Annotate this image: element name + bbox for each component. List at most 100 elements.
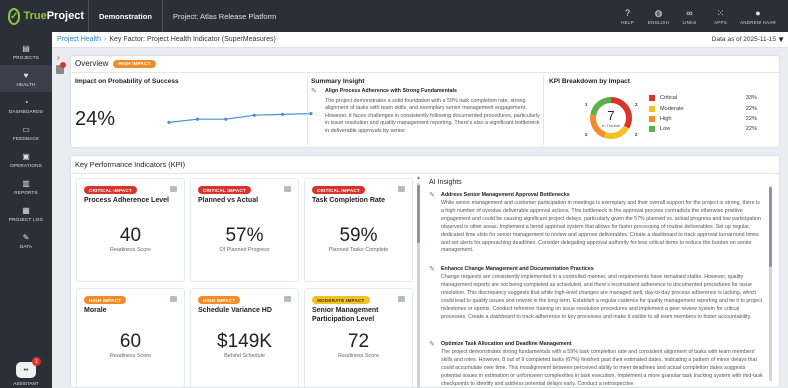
apps-button[interactable]: ⁙ APPS bbox=[705, 8, 736, 25]
donut-center-value: 7 bbox=[607, 108, 614, 123]
sparkline-point bbox=[309, 112, 313, 116]
sidebar-item-projects[interactable]: ▤ PROJECTS bbox=[0, 38, 52, 65]
kpi-tile-senior-management-participation[interactable]: MODERATE IMPACT Senior Management Partic… bbox=[304, 288, 413, 388]
donut-label-critical: 2 bbox=[635, 102, 638, 107]
kpi-section-title: Key Performance Indicators (KPI) bbox=[75, 160, 186, 169]
kpi-name: Morale bbox=[84, 307, 107, 314]
kpi-scrollbar[interactable]: ▲ bbox=[416, 175, 421, 388]
kpi-tile-morale[interactable]: HIGH IMPACT Morale 60 Readiness Score bbox=[76, 288, 185, 388]
feedback-icon: ▭ bbox=[22, 124, 30, 134]
assistant-button[interactable]: •• 1 ASSISTANT bbox=[0, 357, 52, 386]
details-icon[interactable] bbox=[170, 186, 177, 192]
environment-selector[interactable]: Demonstration bbox=[88, 0, 163, 32]
kpi-name: Planned vs Actual bbox=[198, 197, 259, 204]
sidebar-item-dashboards[interactable]: ◔ DASHBOARDS bbox=[0, 92, 52, 119]
sidebar-item-feedback[interactable]: ▭ FEEDBACK bbox=[0, 119, 52, 146]
project-selector[interactable]: Project: Atlas Release Platform bbox=[163, 12, 276, 21]
ai-insights-scrollbar[interactable] bbox=[769, 181, 773, 381]
impact-sparkline bbox=[167, 112, 313, 124]
kpi-section: Key Performance Indicators (KPI) CRITICA… bbox=[70, 155, 780, 388]
kpi-value: 57% bbox=[225, 225, 264, 246]
scrollbar-thumb[interactable] bbox=[417, 185, 420, 243]
projects-icon: ▤ bbox=[22, 43, 30, 53]
sparkline-point bbox=[281, 112, 285, 116]
kpi-tile-task-completion-rate[interactable]: CRITICAL IMPACT Task Completion Rate 59%… bbox=[304, 178, 413, 282]
details-icon[interactable] bbox=[284, 296, 291, 302]
pencil-icon: ✎ bbox=[311, 88, 317, 95]
chevron-right-icon[interactable]: › bbox=[57, 53, 60, 62]
language-button[interactable]: ◍ ENGLISH bbox=[643, 8, 674, 25]
logo-text-true: True bbox=[23, 10, 47, 22]
summary-title: Summary Insight bbox=[311, 78, 365, 85]
mini-rail: › bbox=[52, 48, 70, 388]
help-icon: ? bbox=[624, 7, 630, 18]
ai-insight-2: ✎ Enhance Change Management and Documenta… bbox=[429, 266, 763, 320]
pencil-icon: ✎ bbox=[429, 192, 435, 199]
user-icon: ● bbox=[755, 7, 761, 18]
details-icon[interactable] bbox=[398, 296, 405, 302]
dashboard-icon: ◔ bbox=[23, 97, 29, 107]
kpi-value: 59% bbox=[339, 225, 378, 246]
kpi-subtitle: Readiness Score bbox=[109, 247, 152, 253]
help-button[interactable]: ? HELP bbox=[612, 8, 643, 25]
sidebar-item-health[interactable]: ♥ HEALTH bbox=[0, 65, 52, 92]
ai-insights-title: AI Insights bbox=[429, 179, 462, 186]
sidebar: ▤ PROJECTS ♥ HEALTH ◔ DASHBOARDS ▭ FEEDBACK … bbox=[0, 32, 52, 388]
kpi-tile-planned-vs-actual[interactable]: CRITICAL IMPACT Planned vs Actual 57% Of… bbox=[190, 178, 299, 282]
sparkline-point bbox=[195, 117, 199, 121]
impact-badge: CRITICAL IMPACT bbox=[84, 186, 137, 194]
top-bar-actions: ? HELP ◍ ENGLISH ∞ LINKS ⁙ APPS ● ANDREW HAAR bbox=[612, 0, 780, 32]
kpi-tile-process-adherence[interactable]: CRITICAL IMPACT Process Adherence Level … bbox=[76, 178, 185, 282]
details-icon[interactable] bbox=[284, 186, 291, 192]
sidebar-item-operations[interactable]: ▣ OPERATIONS bbox=[0, 146, 52, 173]
assistant-badge: 1 bbox=[32, 357, 41, 366]
kpi-name: Schedule Variance HD bbox=[198, 307, 272, 314]
impact-badge: HIGH IMPACT bbox=[198, 296, 241, 304]
sparkline-point bbox=[167, 120, 171, 124]
impact-badge: HIGH IMPACT bbox=[84, 296, 127, 304]
breadcrumb: Project Health › Key Factor: Project Hea… bbox=[52, 32, 788, 48]
kpi-name: Senior Management Participation Level bbox=[312, 307, 379, 323]
breadcrumb-link-project-health[interactable]: Project Health bbox=[57, 36, 101, 43]
robot-icon: •• 1 bbox=[16, 357, 41, 378]
donut-label-moderate: 2 bbox=[635, 132, 638, 137]
ai-insight-1: ✎ Address Senior Management Approval Bott… bbox=[429, 192, 761, 254]
logo-text-project: Project bbox=[46, 10, 84, 22]
legend-row-low: Low 22% bbox=[649, 124, 757, 134]
link-icon: ∞ bbox=[686, 7, 693, 18]
data-as-of: Data as of 2025-11-15 bbox=[711, 36, 776, 43]
sidebar-item-data[interactable]: ✎ DATA bbox=[0, 227, 52, 254]
page-title: Key Factor: Project Health Indicator (Su… bbox=[109, 36, 276, 43]
details-icon[interactable] bbox=[398, 186, 405, 192]
kpi-subtitle: Planned Tasks Complete bbox=[328, 247, 389, 253]
impact-badge: MODERATE IMPACT bbox=[312, 296, 370, 304]
reports-icon: ▥ bbox=[22, 178, 30, 188]
sidebar-item-project-log[interactable]: ▦ PROJECT LOG bbox=[0, 200, 52, 227]
kpi-tile-schedule-variance[interactable]: HIGH IMPACT Schedule Variance HD $149K B… bbox=[190, 288, 299, 388]
kpi-name: Task Completion Rate bbox=[312, 197, 385, 204]
scroll-up-icon[interactable]: ▲ bbox=[416, 175, 421, 181]
filter-icon[interactable]: ▼ bbox=[777, 35, 785, 44]
summary-text: The project demonstrates a solid foundat… bbox=[325, 98, 540, 134]
top-bar: ✓ TrueProject Demonstration Project: Atl… bbox=[0, 0, 788, 32]
overview-card: Overview HIGH IMPACT Impact on Probabili… bbox=[70, 55, 780, 148]
globe-icon: ◍ bbox=[654, 7, 663, 18]
donut-label-low: 1 bbox=[585, 102, 588, 107]
kpi-value: 72 bbox=[347, 331, 370, 352]
logo[interactable]: ✓ TrueProject bbox=[0, 0, 84, 32]
user-menu[interactable]: ● ANDREW HAAR bbox=[736, 8, 780, 25]
impact-badge: CRITICAL IMPACT bbox=[312, 186, 365, 194]
links-button[interactable]: ∞ LINKS bbox=[674, 8, 705, 25]
donut-label-high: 2 bbox=[585, 132, 588, 137]
sidebar-item-reports[interactable]: ▥ REPORTS bbox=[0, 173, 52, 200]
details-icon[interactable] bbox=[170, 296, 177, 302]
pencil-icon: ✎ bbox=[429, 266, 435, 273]
ai-insight-3: ✎ Optimize Task Allocation and Deadline M… bbox=[429, 341, 763, 387]
kpi-value: 40 bbox=[119, 225, 142, 246]
sparkline-point bbox=[224, 117, 228, 121]
notification-dot bbox=[60, 62, 66, 68]
impact-value: 24% bbox=[75, 108, 116, 130]
scrollbar-thumb[interactable] bbox=[769, 187, 772, 267]
donut-center-label: In Trouble bbox=[602, 123, 621, 128]
pencil-icon: ✎ bbox=[22, 232, 30, 242]
